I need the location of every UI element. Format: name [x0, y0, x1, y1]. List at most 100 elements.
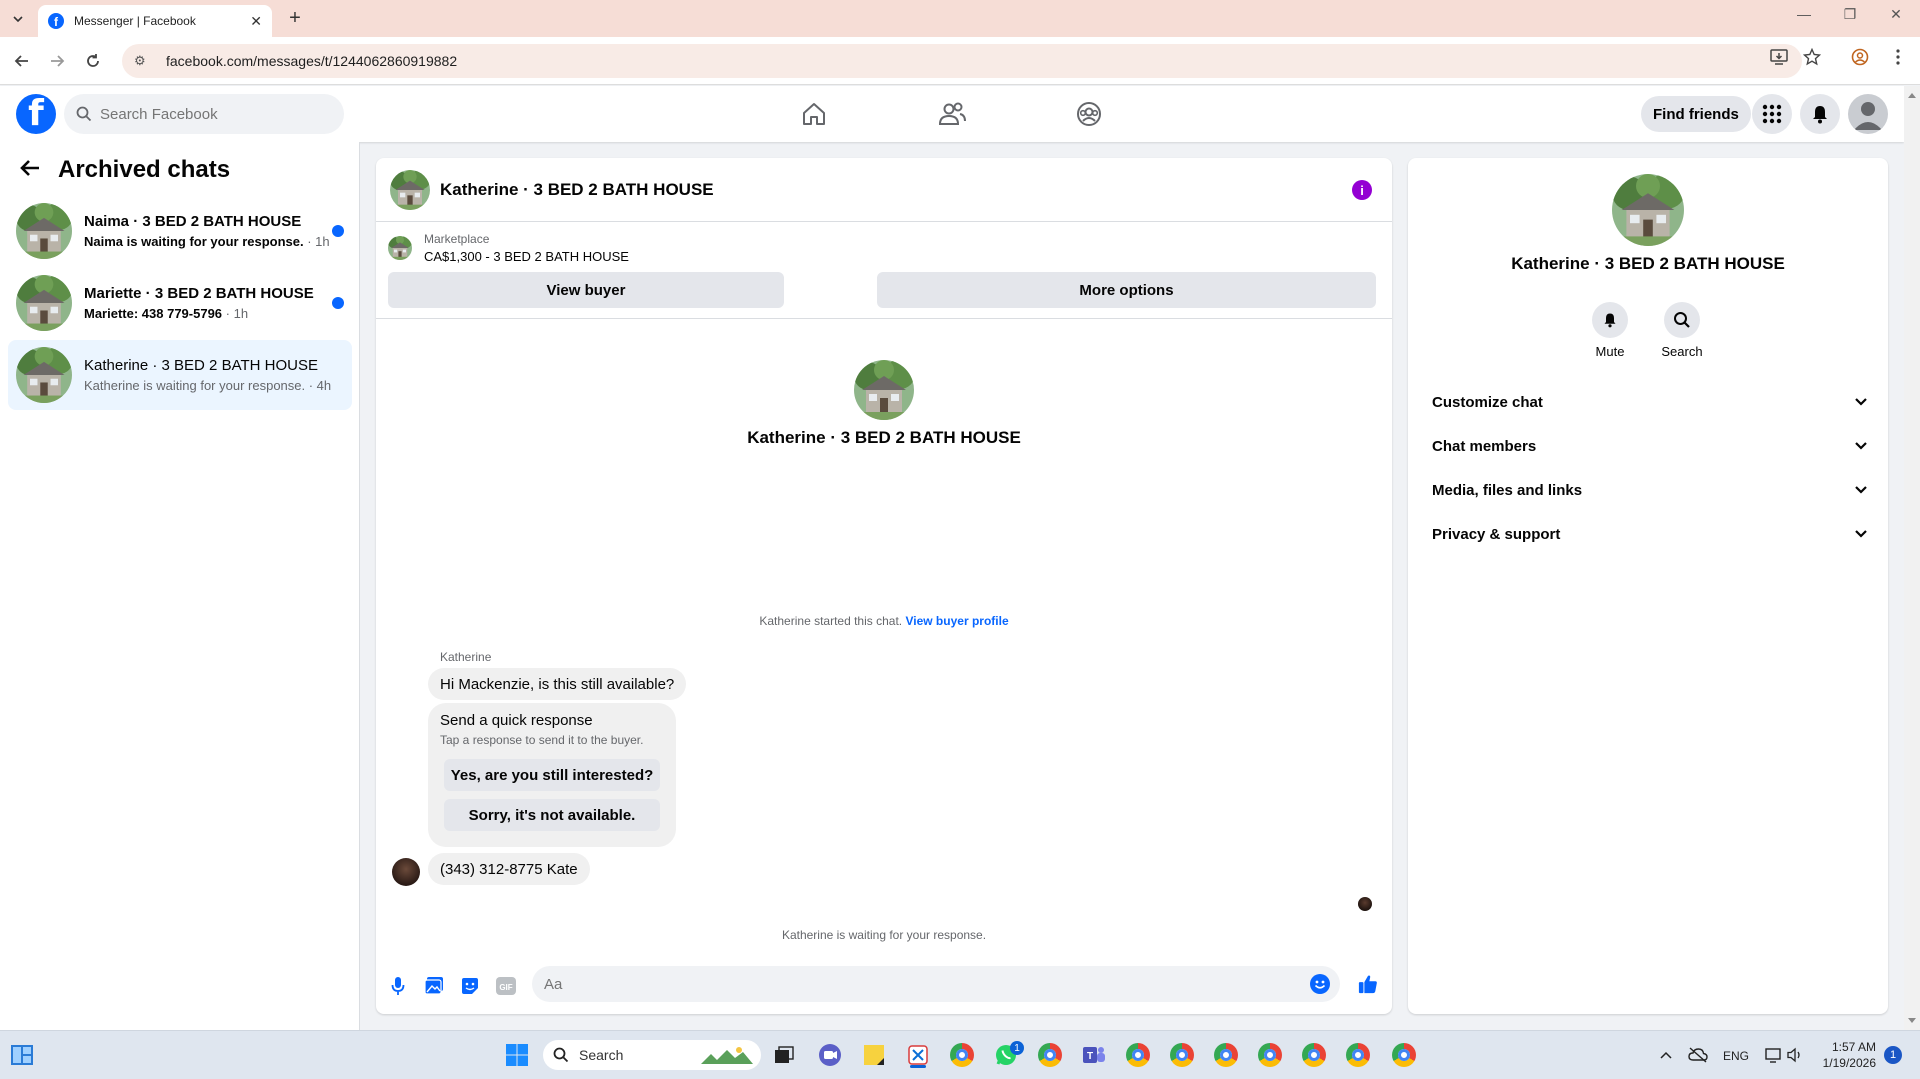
- conversation-title[interactable]: Katherine · 3 BED 2 BATH HOUSE: [440, 180, 714, 200]
- clock-time: 1:57 AM: [1831, 1040, 1876, 1054]
- message-bubble[interactable]: Hi Mackenzie, is this still available?: [428, 668, 687, 700]
- close-tab-icon[interactable]: ✕: [250, 13, 262, 30]
- profile-icon[interactable]: [1848, 45, 1872, 69]
- find-friends-button[interactable]: Find friends: [1641, 96, 1751, 132]
- details-name: Katherine · 3 BED 2 BATH HOUSE: [1511, 254, 1785, 273]
- quick-response-sorry-button[interactable]: Sorry, it's not available.: [444, 799, 660, 831]
- back-icon[interactable]: [10, 49, 34, 73]
- mute-label: Mute: [1595, 344, 1625, 359]
- search-icon: [76, 106, 92, 122]
- chrome-profile-icon[interactable]: [1390, 1041, 1418, 1069]
- start-icon[interactable]: [503, 1041, 531, 1069]
- facebook-search-input[interactable]: [100, 105, 320, 123]
- gif-icon[interactable]: GIF: [496, 976, 516, 996]
- chrome-profile-icon[interactable]: [1344, 1041, 1372, 1069]
- site-info-icon[interactable]: ⚙: [134, 53, 152, 69]
- home-icon[interactable]: [796, 96, 832, 132]
- chat-thumbnail: [16, 275, 72, 331]
- forward-icon[interactable]: [45, 49, 69, 73]
- chrome-profile-icon[interactable]: [1300, 1041, 1328, 1069]
- notifications-bell-icon[interactable]: [1800, 94, 1840, 134]
- chrome-profile-icon[interactable]: [1256, 1041, 1284, 1069]
- facebook-logo-icon[interactable]: f: [16, 94, 56, 134]
- omnibox[interactable]: ⚙ facebook.com/messages/t/12440628609198…: [122, 44, 1802, 78]
- message-bubble[interactable]: (343) 312-8775 Kate: [428, 853, 590, 885]
- media-files-links-section[interactable]: Media, files and links: [1416, 468, 1880, 512]
- notification-center-badge[interactable]: 1: [1884, 1046, 1902, 1064]
- tab-title: Messenger | Facebook: [74, 14, 196, 28]
- chat-preview: Katherine is waiting for your response.: [84, 378, 306, 393]
- groups-icon[interactable]: [1071, 96, 1107, 132]
- chat-item-naima[interactable]: Naima · 3 BED 2 BATH HOUSE Naima is wait…: [8, 196, 352, 266]
- back-arrow-icon[interactable]: [20, 157, 40, 183]
- browser-tab[interactable]: f Messenger | Facebook ✕: [38, 5, 272, 37]
- chrome-profile-icon[interactable]: [1168, 1041, 1196, 1069]
- chevron-down-icon: [1855, 530, 1867, 538]
- show-hidden-icons-icon[interactable]: [1652, 1041, 1680, 1069]
- quick-response-yes-button[interactable]: Yes, are you still interested?: [444, 759, 660, 791]
- message-text: (343) 312-8775 Kate: [440, 860, 578, 878]
- unread-dot: [332, 297, 344, 309]
- bookmark-star-icon[interactable]: [1800, 45, 1824, 69]
- friends-icon[interactable]: [934, 96, 970, 132]
- bell-icon: [1592, 302, 1628, 338]
- account-avatar[interactable]: [1848, 94, 1888, 134]
- mute-button[interactable]: Mute: [1580, 302, 1640, 359]
- chat-item-katherine[interactable]: Katherine · 3 BED 2 BATH HOUSE Katherine…: [8, 340, 352, 410]
- customize-chat-section[interactable]: Customize chat: [1416, 380, 1880, 424]
- close-window-icon[interactable]: ✕: [1884, 6, 1908, 23]
- minimize-icon[interactable]: —: [1792, 6, 1816, 22]
- widgets-icon[interactable]: [8, 1041, 36, 1069]
- view-buyer-button[interactable]: View buyer: [388, 272, 784, 308]
- browser-menu-icon[interactable]: [1886, 45, 1910, 69]
- started-text: Katherine started this chat.: [759, 614, 903, 628]
- reload-icon[interactable]: [81, 49, 105, 73]
- task-view-icon[interactable]: [770, 1041, 798, 1069]
- search-in-chat-button[interactable]: Search: [1652, 302, 1712, 359]
- view-buyer-profile-link[interactable]: View buyer profile: [905, 614, 1008, 628]
- message-composer: GIF: [376, 958, 1392, 1014]
- teams-icon[interactable]: T: [1080, 1041, 1108, 1069]
- install-app-icon[interactable]: [1767, 45, 1791, 69]
- chrome-profile-icon[interactable]: [1124, 1041, 1152, 1069]
- sticky-notes-icon[interactable]: [860, 1041, 888, 1069]
- volume-icon[interactable]: [1781, 1041, 1809, 1069]
- chat-preview: Mariette: 438 779-5796: [84, 306, 223, 321]
- clock[interactable]: 1:57 AM 1/19/2026: [1812, 1039, 1876, 1071]
- sticker-icon[interactable]: [460, 976, 480, 996]
- sender-avatar[interactable]: [392, 858, 420, 886]
- details-avatar[interactable]: [1612, 174, 1684, 246]
- chevron-down-icon: [13, 16, 23, 23]
- photo-icon[interactable]: [424, 976, 444, 996]
- new-tab-button[interactable]: +: [283, 7, 307, 30]
- conversation-avatar[interactable]: [390, 170, 430, 210]
- whatsapp-icon[interactable]: 1: [992, 1041, 1024, 1069]
- facebook-search[interactable]: [64, 94, 344, 134]
- chat-item-mariette[interactable]: Mariette · 3 BED 2 BATH HOUSE Mariette: …: [8, 268, 352, 338]
- microphone-icon[interactable]: [388, 976, 408, 996]
- chrome-profile-icon[interactable]: [1212, 1041, 1240, 1069]
- info-icon[interactable]: i: [1352, 180, 1372, 200]
- privacy-support-section[interactable]: Privacy & support: [1416, 512, 1880, 556]
- menu-grid-icon[interactable]: [1752, 94, 1792, 134]
- emoji-icon[interactable]: [1310, 974, 1330, 994]
- chrome-icon[interactable]: [948, 1041, 976, 1069]
- restore-icon[interactable]: ❐: [1838, 6, 1862, 23]
- cloud-off-icon[interactable]: [1684, 1041, 1712, 1069]
- tab-search-dropdown[interactable]: [6, 7, 30, 31]
- taskbar-search[interactable]: Search: [543, 1040, 761, 1070]
- message-input[interactable]: [544, 975, 1284, 993]
- url-text: facebook.com/messages/t/1244062860919882: [166, 53, 458, 69]
- marketplace-listing[interactable]: Marketplace CA$1,300 - 3 BED 2 BATH HOUS…: [388, 232, 629, 264]
- search-label: Search: [1661, 344, 1703, 359]
- teams-chat-icon[interactable]: [816, 1041, 844, 1069]
- windows-taskbar: Search 1 T ENG 1:57 AM 1/19/2026 1: [0, 1030, 1920, 1079]
- like-thumbs-up-icon[interactable]: [1358, 974, 1378, 994]
- page-scrollbar[interactable]: [1904, 86, 1920, 1030]
- language-indicator[interactable]: ENG: [1723, 1031, 1749, 1079]
- more-options-button[interactable]: More options: [877, 272, 1376, 308]
- chat-members-section[interactable]: Chat members: [1416, 424, 1880, 468]
- snipping-tool-icon[interactable]: [904, 1041, 932, 1069]
- message-input-field[interactable]: [532, 966, 1340, 1002]
- chrome-profile-icon[interactable]: [1036, 1041, 1064, 1069]
